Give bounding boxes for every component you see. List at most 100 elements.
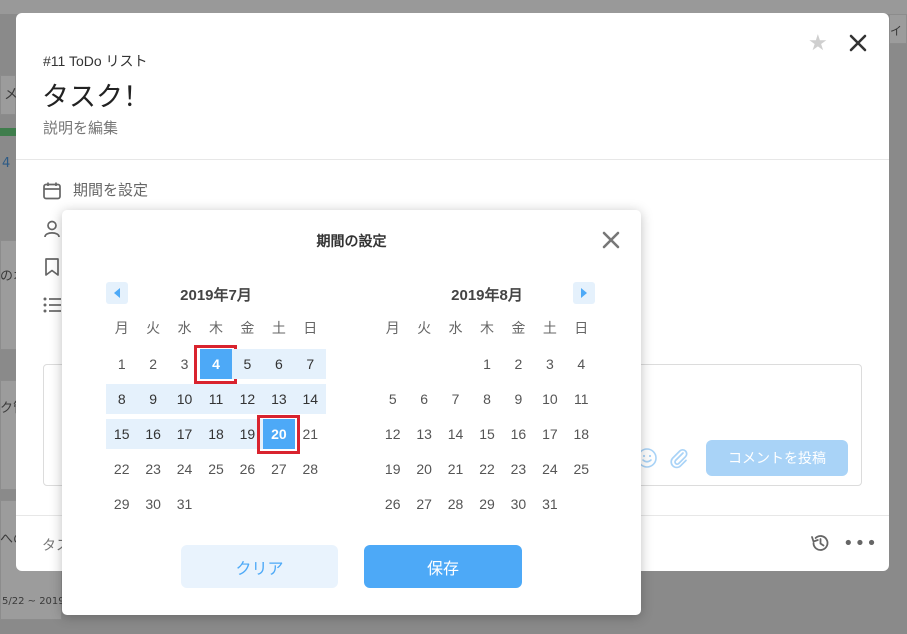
- calendar-day[interactable]: 27: [263, 454, 294, 484]
- weekday-row: 月 火水木 金土 日: [377, 318, 597, 338]
- calendar-day[interactable]: 18: [200, 419, 232, 449]
- weekday-label: 金: [240, 320, 255, 336]
- calendar-day[interactable]: 29: [471, 489, 502, 519]
- calendar-day[interactable]: 29: [106, 489, 137, 519]
- weekday-label: 火: [146, 320, 161, 336]
- calendar-day[interactable]: 31: [169, 489, 200, 519]
- calendar-day[interactable]: 11: [566, 384, 597, 414]
- calendar-day[interactable]: 21: [440, 454, 471, 484]
- calendar-day[interactable]: 22: [106, 454, 137, 484]
- calendar-day[interactable]: 10: [534, 384, 565, 414]
- calendar-day[interactable]: 14: [294, 384, 326, 414]
- paperclip-icon[interactable]: [668, 447, 690, 469]
- close-icon[interactable]: [600, 229, 622, 251]
- calendar-day[interactable]: 3: [169, 349, 200, 379]
- calendar-day[interactable]: 15: [471, 419, 502, 449]
- calendar-day[interactable]: 4: [566, 349, 597, 379]
- calendar-july: 2019年7月 月火水木金土日 1 2 3 4 5 6 7 8 9 10 11 12 13 14 15 16 1…: [106, 282, 326, 512]
- background-text: 5/22 ~ 2019: [2, 596, 65, 607]
- weekday-label: 土: [271, 320, 286, 336]
- list-icon: [43, 297, 61, 313]
- edit-description-link[interactable]: 説明を編集: [43, 117, 118, 138]
- calendar-day[interactable]: 3: [534, 349, 565, 379]
- star-icon[interactable]: ★: [808, 31, 828, 56]
- calendar-day[interactable]: 8: [106, 384, 138, 414]
- calendar-day[interactable]: 6: [263, 349, 295, 379]
- calendar-day[interactable]: 18: [566, 419, 597, 449]
- clear-button[interactable]: クリア: [181, 545, 338, 588]
- calendar-day[interactable]: 27: [408, 489, 439, 519]
- breadcrumb[interactable]: #11 ToDo リスト: [43, 51, 148, 71]
- calendar-day[interactable]: 25: [200, 454, 231, 484]
- calendar-day[interactable]: 7: [294, 349, 326, 379]
- calendar-day[interactable]: 12: [231, 384, 264, 414]
- next-month-button[interactable]: [573, 282, 595, 304]
- calendar-day[interactable]: 22: [471, 454, 502, 484]
- weekday-label: 木: [208, 320, 223, 336]
- weekday-label: 日: [574, 320, 589, 336]
- calendar-day[interactable]: 26: [377, 489, 408, 519]
- calendar-day[interactable]: 6: [408, 384, 439, 414]
- calendar-day[interactable]: 20: [263, 419, 295, 449]
- calendar-day[interactable]: 28: [295, 454, 326, 484]
- calendar-day[interactable]: 23: [503, 454, 534, 484]
- calendar-day[interactable]: 9: [137, 384, 169, 414]
- calendar-day[interactable]: 12: [377, 419, 408, 449]
- save-button[interactable]: 保存: [364, 545, 522, 588]
- calendar-day[interactable]: 19: [231, 419, 264, 449]
- calendar-day[interactable]: 24: [169, 454, 200, 484]
- month-label: 2019年8月: [451, 287, 523, 304]
- calendar-day[interactable]: 2: [137, 349, 168, 379]
- calendar-day[interactable]: 24: [534, 454, 565, 484]
- calendar-day[interactable]: 26: [232, 454, 263, 484]
- set-period-link[interactable]: 期間を設定: [73, 179, 148, 200]
- calendar-day[interactable]: 19: [377, 454, 408, 484]
- post-comment-button[interactable]: コメントを投稿: [706, 440, 848, 476]
- weekday-label: 日: [303, 320, 318, 336]
- calendar-day[interactable]: 14: [440, 419, 471, 449]
- calendar-day[interactable]: 5: [231, 349, 264, 379]
- weekday-label: 水: [448, 320, 463, 336]
- calendar-day[interactable]: 16: [137, 419, 169, 449]
- month-label: 2019年7月: [180, 287, 252, 304]
- calendar-day[interactable]: 7: [440, 384, 471, 414]
- background-text: 4: [2, 156, 11, 171]
- bookmark-icon: [45, 258, 59, 276]
- task-title[interactable]: タスク！: [42, 75, 150, 114]
- calendar-day[interactable]: 9: [503, 384, 534, 414]
- divider: [16, 159, 889, 160]
- calendar-day[interactable]: 5: [377, 384, 408, 414]
- calendar-icon: [43, 182, 61, 200]
- calendar-day[interactable]: 1: [106, 349, 137, 379]
- close-icon[interactable]: [846, 31, 870, 55]
- calendar-day[interactable]: 8: [471, 384, 502, 414]
- calendar-day[interactable]: 30: [137, 489, 168, 519]
- calendar-day[interactable]: 11: [200, 384, 232, 414]
- calendar-day[interactable]: 16: [503, 419, 534, 449]
- calendar-day[interactable]: 4: [200, 349, 232, 379]
- calendar-day[interactable]: 23: [137, 454, 168, 484]
- calendar-day[interactable]: 2: [503, 349, 534, 379]
- calendar-day[interactable]: 13: [263, 384, 295, 414]
- background-text: イ: [890, 24, 903, 38]
- calendar-day[interactable]: 31: [534, 489, 565, 519]
- calendar-day[interactable]: 30: [503, 489, 534, 519]
- calendar-day[interactable]: 21: [295, 419, 326, 449]
- calendar-day[interactable]: 28: [440, 489, 471, 519]
- calendar-day[interactable]: 17: [534, 419, 565, 449]
- history-icon[interactable]: [809, 532, 831, 554]
- calendar-day[interactable]: 17: [168, 419, 201, 449]
- calendar-day[interactable]: 13: [408, 419, 439, 449]
- weekday-label: 土: [542, 320, 557, 336]
- more-icon[interactable]: •••: [843, 533, 878, 554]
- background-progress-bar: [0, 128, 16, 136]
- calendar-day[interactable]: 15: [106, 419, 138, 449]
- weekday-label: 金: [511, 320, 526, 336]
- calendar-day[interactable]: 25: [566, 454, 597, 484]
- calendar-august: 2019年8月 月火水木金土日 1 2 3 4 5 6 7 8 9 10 11 12 13 14 15 16 1…: [377, 282, 597, 512]
- calendar-day[interactable]: 20: [408, 454, 439, 484]
- calendar-day[interactable]: 10: [168, 384, 201, 414]
- weekday-label: 水: [177, 320, 192, 336]
- calendar-header: 2019年8月: [377, 282, 597, 304]
- calendar-day[interactable]: 1: [471, 349, 502, 379]
